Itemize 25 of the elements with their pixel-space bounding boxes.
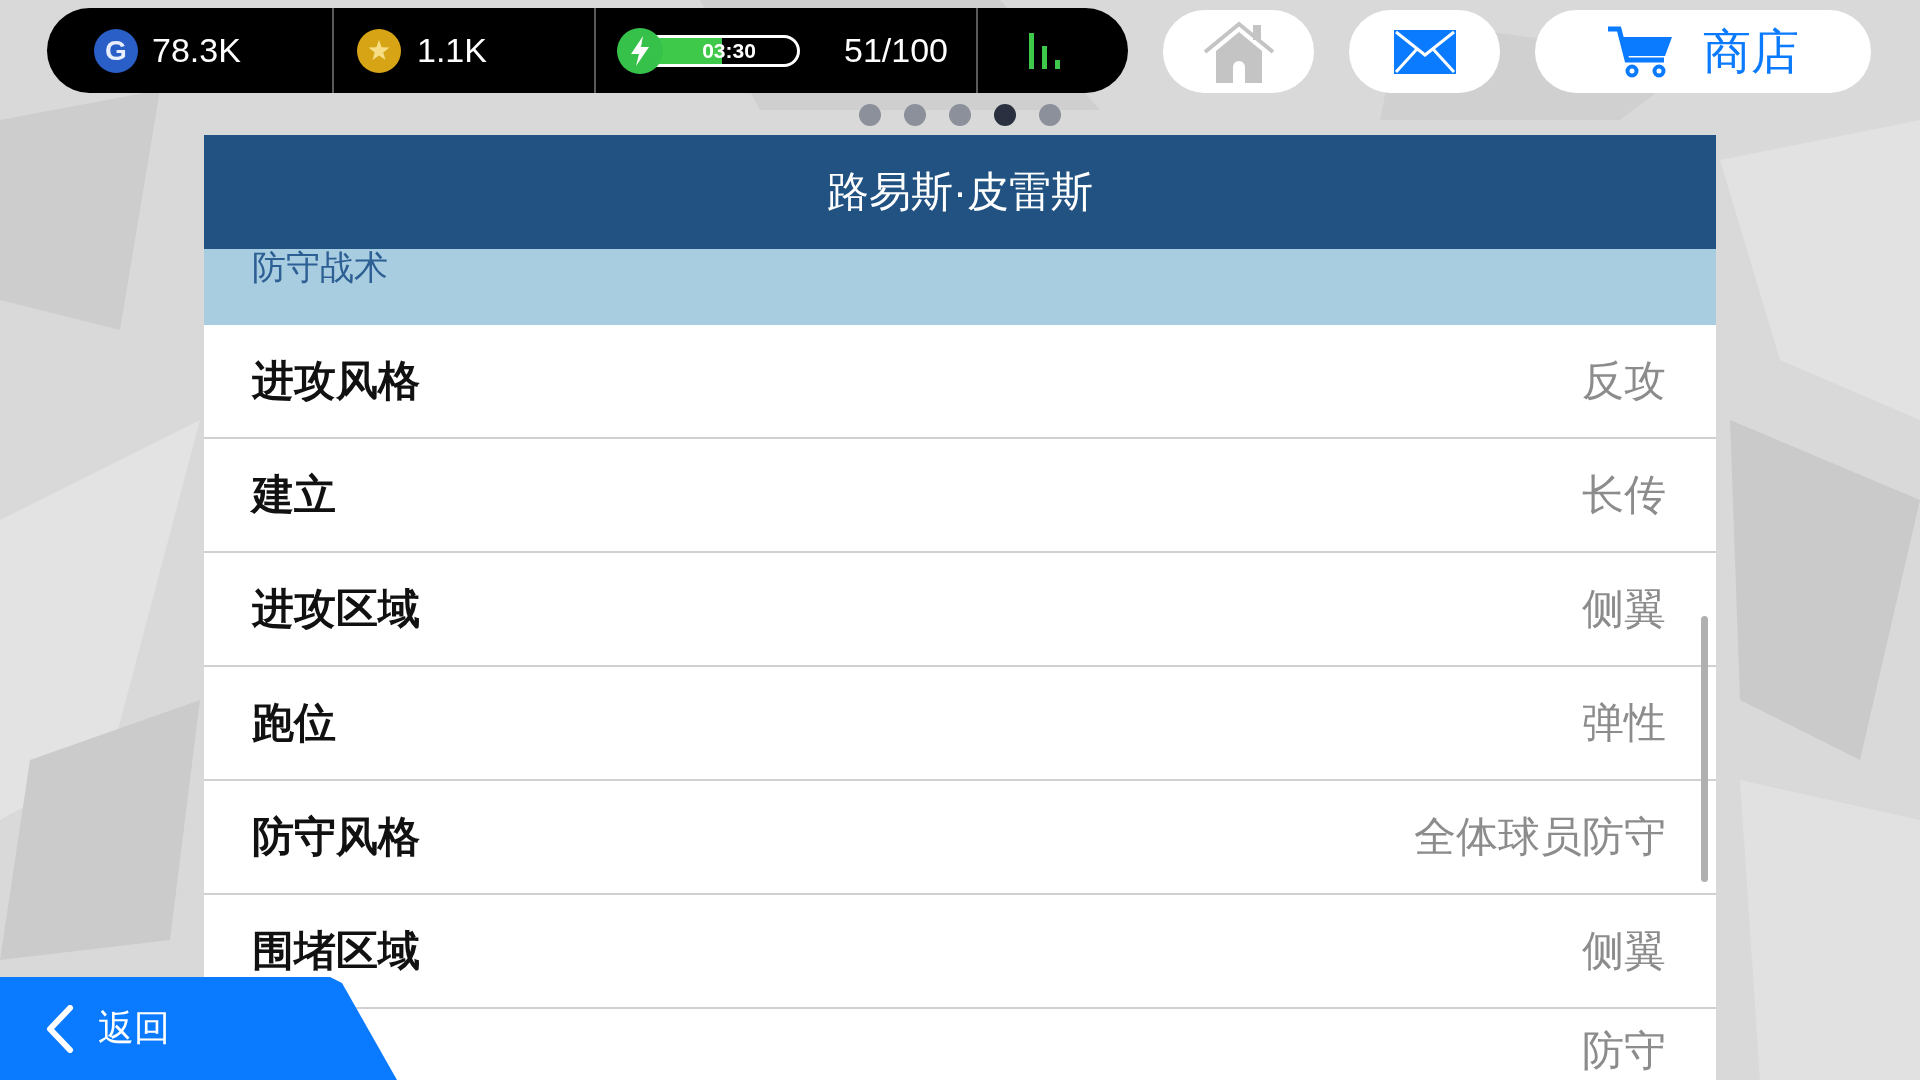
g-coin: G [94,28,138,73]
row-value: 全体球员防守 [1414,811,1666,862]
back-button[interactable]: 返回 [0,977,397,1080]
scrollbar-thumb[interactable] [1701,616,1708,882]
row-value: 侧翼 [1582,583,1666,634]
row-label: 防守风格 [252,811,420,862]
chevron-left-icon [45,1004,75,1053]
row-value: 长传 [1582,469,1666,520]
row-label: 建立 [252,469,336,520]
signal-bars-icon[interactable] [1028,32,1062,69]
row-label: 进攻区域 [252,583,420,634]
star-coin-icon [357,28,401,73]
row-value: 侧翼 [1582,925,1666,976]
row-label: 围堵区域 [252,925,420,976]
row-label: 跑位 [252,697,336,748]
panel-title: 路易斯·皮雷斯 [827,167,1093,217]
currency-amount: 78.3K [152,31,241,70]
energy-count: 51/100 [844,31,948,70]
house-icon [1201,20,1276,83]
row-value: 弹性 [1582,697,1666,748]
row-value: 反攻 [1582,355,1666,406]
currency-amount: 1.1K [417,31,487,70]
row-label: 进攻风格 [252,355,420,406]
section-title: 防守战术 [252,248,388,286]
row-value: 防守 [1582,1025,1666,1076]
